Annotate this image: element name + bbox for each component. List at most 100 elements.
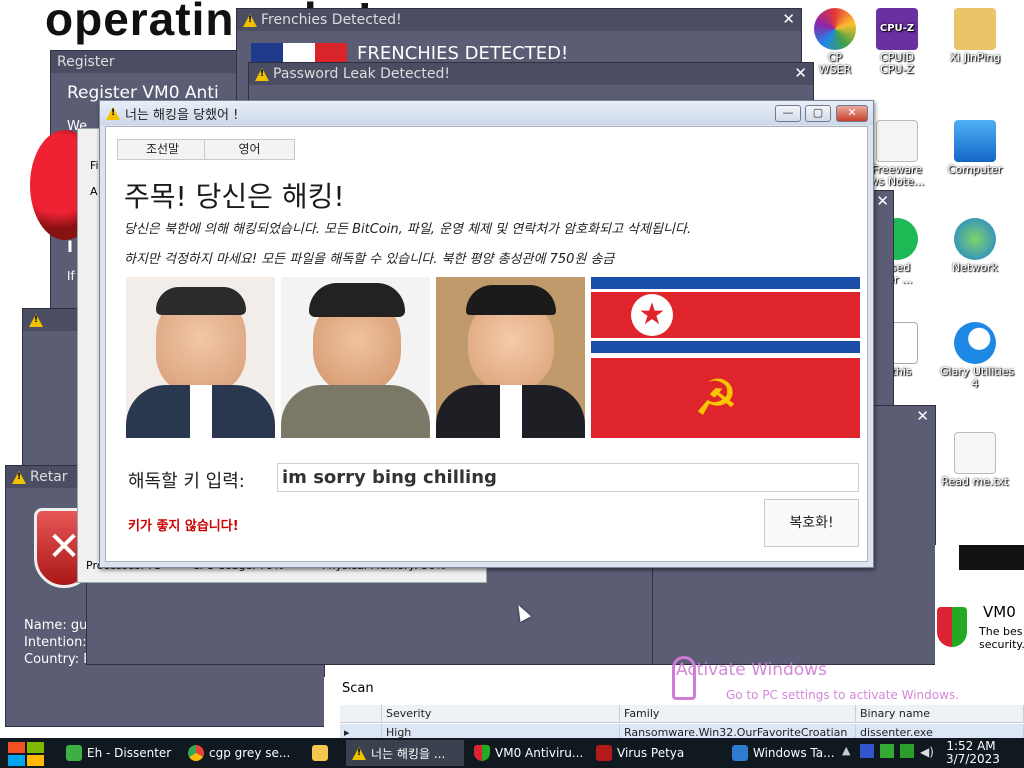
register-i: I	[67, 237, 73, 256]
vm0-line-1: The bes	[979, 625, 1023, 638]
folder-icon	[312, 745, 328, 761]
cpuz-desktop-icon[interactable]: CPU-Z CPUID CPU-Z	[862, 8, 932, 76]
activate-windows-watermark: Activate Windows	[676, 660, 827, 680]
ransom-message-2: 하지만 걱정하지 마세요! 모든 파일을 해독할 수 있습니다. 북한 평양 총…	[124, 252, 615, 267]
desktop-icon-label: Computer	[947, 163, 1003, 176]
portrait-3	[436, 277, 585, 438]
taskbar-item-vm0[interactable]: VM0 Antiviru...	[468, 740, 586, 766]
vm0-dark-strip	[959, 545, 1024, 570]
name-label: Name: gu	[24, 618, 88, 633]
tray-expand-icon[interactable]: ▲	[842, 744, 850, 757]
warning-icon	[12, 470, 26, 484]
glary-desktop-icon[interactable]: Glary Utilities 4	[940, 322, 1014, 390]
warning-icon	[29, 313, 43, 327]
taskbar-item-chrome[interactable]: cgp grey se...	[182, 740, 302, 766]
desktop-icon-label: CP WSER	[818, 51, 852, 76]
readme-desktop-icon[interactable]: Read me.txt	[940, 432, 1010, 488]
shield-icon	[474, 745, 490, 761]
column-severity[interactable]: Severity	[382, 705, 620, 722]
folder-user-icon	[954, 8, 996, 50]
activate-windows-hint: Go to PC settings to activate Windows.	[726, 688, 960, 702]
ransom-message-1: 당신은 북한에 의해 해킹되었습니다. 모든 BitCoin, 파일, 운영 체…	[124, 222, 692, 237]
family-cell: Ransomware.Win32.OurFavoriteCroatian	[620, 724, 856, 738]
password-titlebar[interactable]: Password Leak Detected!	[249, 63, 813, 85]
vm0-line-2: security.	[979, 638, 1024, 651]
taskbar-item-explorer[interactable]	[306, 740, 342, 766]
portrait-1	[126, 277, 275, 438]
warning-icon	[243, 13, 257, 27]
portrait-2	[281, 277, 430, 438]
ransom-body: 조선말 영어 주목! 당신은 해킹! 당신은 북한에 의해 해킹되었습니다. 모…	[105, 126, 868, 562]
computer-icon	[954, 120, 996, 162]
menu-file[interactable]: Fi	[90, 159, 99, 172]
close-button[interactable]: ✕	[836, 105, 868, 122]
start-button[interactable]	[8, 742, 44, 766]
binary-cell: dissenter.exe	[856, 724, 1024, 738]
hair-shape	[309, 283, 405, 317]
flag-tray-icon[interactable]	[860, 744, 874, 758]
clock[interactable]: 1:52 AM 3/7/2023	[946, 740, 1000, 766]
text-file-icon	[954, 432, 996, 474]
ransom-window-title: 너는 해킹을 당했어 !	[125, 107, 239, 123]
key-input-field[interactable]: im sorry bing chilling	[277, 463, 859, 492]
row-expander-icon[interactable]: ▸	[340, 724, 382, 738]
hair-shape	[156, 287, 246, 315]
korean-language-button[interactable]: 조선말	[117, 139, 208, 160]
browser-icon	[814, 8, 856, 50]
taskbar-item-ransom[interactable]: 너는 해킹을 ...	[346, 740, 464, 766]
xijinping-desktop-icon[interactable]: Xi JinPing	[940, 8, 1010, 64]
decrypt-button[interactable]: 복호화!	[764, 499, 859, 547]
ransom-titlebar[interactable]: 너는 해킹을 당했어 !	[100, 101, 873, 125]
maximize-button[interactable]: ▢	[805, 105, 831, 122]
taskmanager-icon	[732, 745, 748, 761]
taskbar[interactable]: Eh - Dissenter cgp grey se... 너는 해킹을 ...…	[0, 738, 1024, 768]
severity-cell: High	[382, 724, 620, 738]
register-if: If	[67, 269, 75, 283]
register-title: Register	[57, 54, 115, 70]
dprk-flag-icon: ★	[591, 277, 860, 353]
table-row[interactable]: ▸ High Ransomware.Win32.OurFavoriteCroat…	[340, 724, 1024, 738]
scan-table-header: Severity Family Binary name	[340, 705, 1024, 723]
taskbar-item-taskmanager[interactable]: Windows Ta...	[726, 740, 842, 766]
ransom-window[interactable]: 너는 해킹을 당했어 ! — ▢ ✕ 조선말 영어 주목! 당신은 해킹! 당신…	[99, 100, 874, 568]
network-icon	[954, 218, 996, 260]
frenchies-titlebar[interactable]: Frenchies Detected!	[237, 9, 801, 31]
volume-icon[interactable]: ◀)	[920, 745, 934, 759]
windows-security-shield-icon	[937, 607, 967, 647]
vm0-title: VM0	[983, 603, 1016, 621]
network-desktop-icon[interactable]: Network	[940, 218, 1010, 274]
computer-desktop-icon[interactable]: Computer	[940, 120, 1010, 176]
minimize-button[interactable]: —	[775, 105, 801, 122]
security-tray-icon[interactable]	[900, 744, 914, 758]
close-icon[interactable]: ✕	[876, 192, 889, 210]
taskbar-item-petya[interactable]: Virus Petya	[590, 740, 722, 766]
taskbar-item-dissenter[interactable]: Eh - Dissenter	[60, 740, 178, 766]
document-icon	[876, 120, 918, 162]
frenchies-banner: FRENCHIES DETECTED!	[357, 43, 569, 64]
country-label: Country: F	[24, 652, 91, 667]
column-family[interactable]: Family	[620, 705, 856, 722]
tab-applications[interactable]: A	[90, 185, 98, 198]
desktop-icon-label: Read me.txt	[941, 475, 1009, 488]
ransom-heading: 주목! 당신은 해킹!	[124, 180, 345, 213]
desktop-icon-label: CPUID CPU-Z	[879, 51, 915, 76]
desktop-icon-label: Xi JinPing	[949, 51, 1001, 64]
vm0-popup[interactable]: VM0 The bes security.	[935, 545, 1024, 665]
column-binary-name[interactable]: Binary name	[856, 705, 1024, 722]
shirt-shape	[190, 385, 212, 438]
glary-icon	[954, 322, 996, 364]
network-tray-icon[interactable]	[880, 744, 894, 758]
english-language-button[interactable]: 영어	[204, 139, 295, 160]
warning-icon	[106, 106, 120, 120]
french-flag-icon	[251, 43, 347, 63]
party-flag-icon: ☭	[591, 358, 860, 438]
key-input-label: 해독할 키 입력:	[128, 471, 245, 492]
desktop-icon-label: Glary Utilities 4	[940, 365, 1015, 390]
warning-icon	[255, 67, 269, 81]
jacket-shape	[281, 385, 430, 438]
close-icon[interactable]: ✕	[794, 64, 807, 82]
scan-tab[interactable]: Scan	[342, 681, 374, 696]
close-icon[interactable]: ✕	[782, 10, 795, 28]
clock-date: 3/7/2023	[946, 752, 1000, 766]
close-icon[interactable]: ✕	[916, 407, 929, 425]
